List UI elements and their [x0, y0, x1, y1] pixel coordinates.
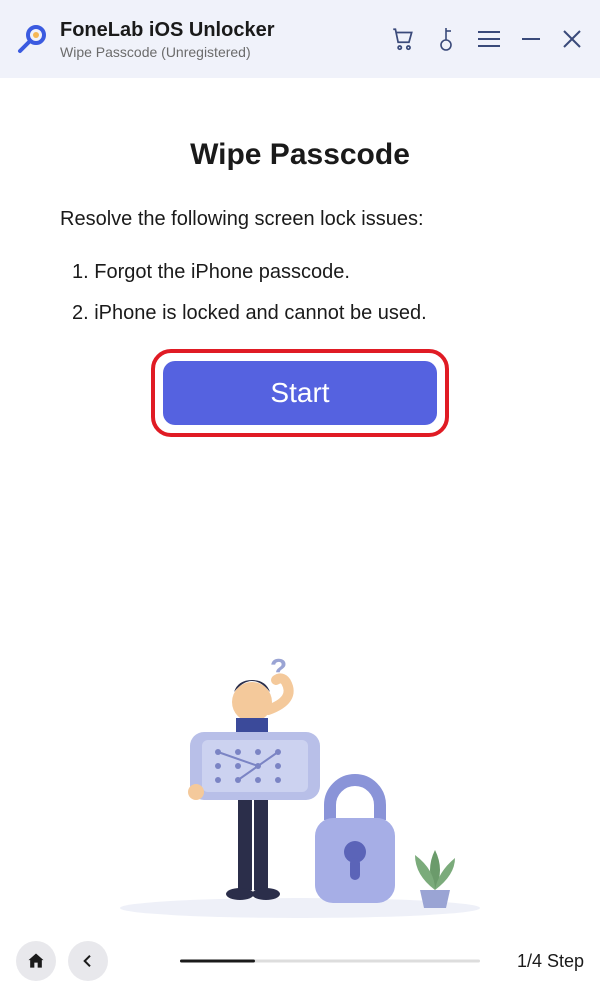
issue-item: 2. iPhone is locked and cannot be used. — [60, 302, 540, 325]
key-icon[interactable] — [434, 26, 458, 52]
issue-item: 1. Forgot the iPhone passcode. — [60, 261, 540, 284]
app-title: FoneLab iOS Unlocker — [60, 19, 274, 42]
footer-nav — [16, 941, 108, 981]
progress-bar — [180, 960, 480, 963]
illustration: ? — [90, 640, 510, 920]
menu-icon[interactable] — [476, 28, 502, 50]
step-indicator: 1/4 Step — [517, 951, 584, 972]
start-button[interactable]: Start — [163, 361, 437, 425]
issues-intro: Resolve the following screen lock issues… — [60, 208, 540, 231]
header-left: FoneLab iOS Unlocker Wipe Passcode (Unre… — [16, 19, 274, 60]
home-button[interactable] — [16, 941, 56, 981]
title-block: FoneLab iOS Unlocker Wipe Passcode (Unre… — [60, 19, 274, 60]
back-button[interactable] — [68, 941, 108, 981]
cart-icon[interactable] — [390, 26, 416, 52]
header: FoneLab iOS Unlocker Wipe Passcode (Unre… — [0, 0, 600, 78]
footer: 1/4 Step — [0, 932, 600, 990]
header-controls — [390, 26, 584, 52]
app-logo — [16, 23, 48, 55]
app-subtitle: Wipe Passcode (Unregistered) — [60, 44, 274, 60]
close-icon[interactable] — [560, 27, 584, 51]
main-content: Wipe Passcode Resolve the following scre… — [0, 78, 600, 437]
page-title: Wipe Passcode — [60, 138, 540, 172]
start-button-highlight: Start — [151, 349, 449, 437]
progress-fill — [180, 960, 255, 963]
minimize-icon[interactable] — [520, 28, 542, 50]
